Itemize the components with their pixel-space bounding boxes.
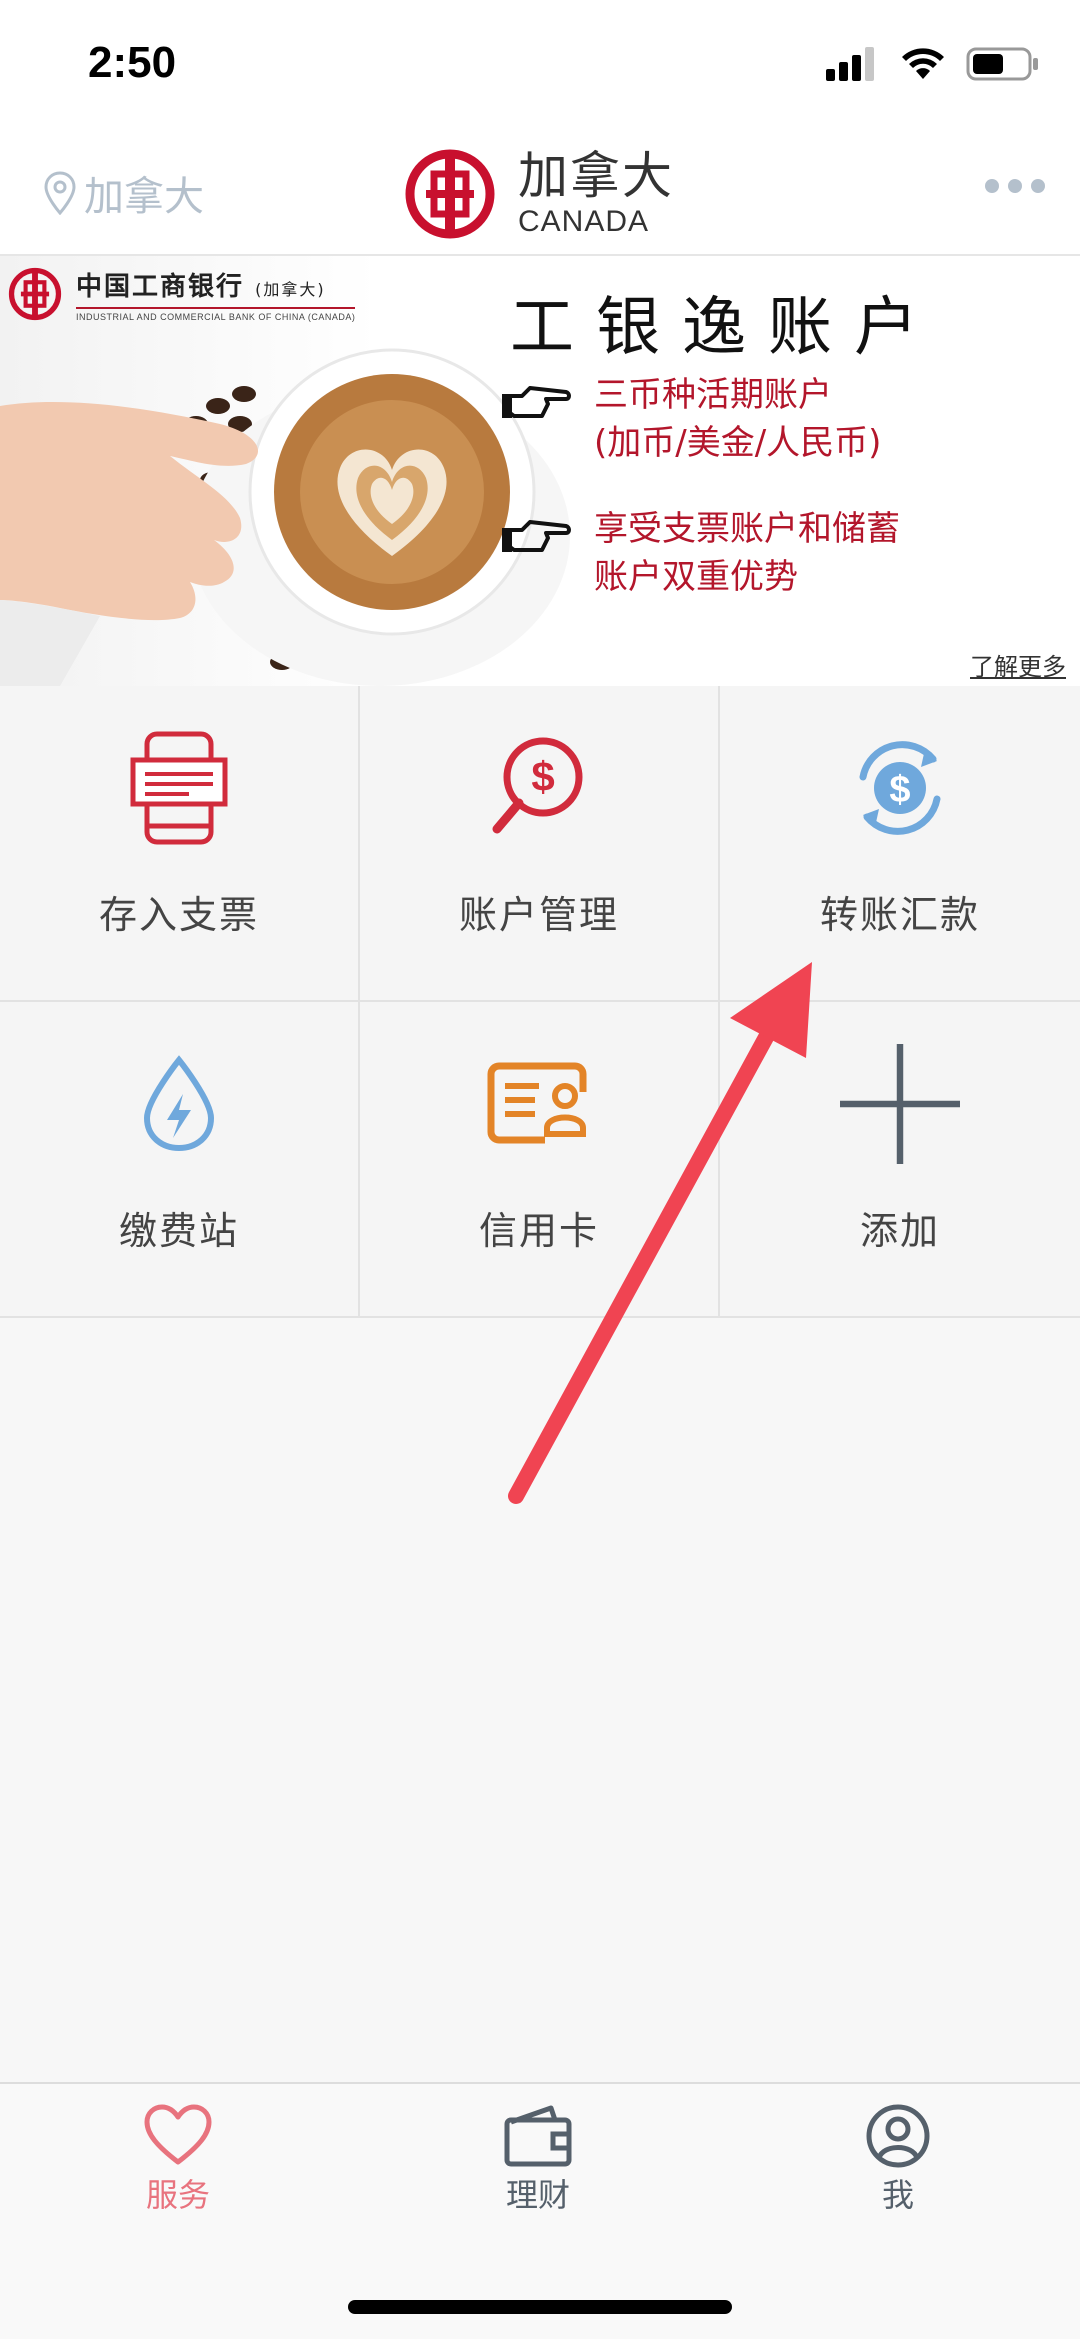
pointing-hand-icon [502,386,571,418]
brand-name-cn: 加拿大 [518,147,674,205]
battery-icon [966,47,1038,81]
dollar-transfer-icon: $ [859,741,941,835]
credit-card-icon [487,1062,591,1144]
grid-item-label: 缴费站 [118,1209,239,1253]
banner-bank-logo: 中国工商银行 (加拿大) INDUSTRIAL AND COMMERCIAL B… [8,266,356,322]
grid-item-transfer[interactable]: $ 转账汇款 [720,686,1080,1002]
svg-text:$: $ [531,753,554,800]
banner-feature-1-line-2: (加币/美金/人民币) [594,422,882,463]
location-label: 加拿大 [84,174,204,220]
dollar-search-icon: $ [492,737,583,834]
banner-feature-2-line-1: 享受支票账户和储蓄 [594,509,900,549]
status-time: 2:50 [88,38,177,87]
icbc-logo-icon [405,149,495,239]
grid-item-label: 存入支票 [98,893,259,937]
grid-item-account-management[interactable]: $ 账户管理 [360,686,720,1002]
banner-bank-name-region: (加拿大) [255,280,326,299]
location-selector[interactable]: 加拿大 [44,164,204,222]
cheque-deposit-icon [130,731,228,845]
banner-bank-name-cn: 中国工商银行 [76,272,245,302]
grid-item-deposit-cheque[interactable]: 存入支票 [0,686,360,1002]
service-grid: 存入支票 $ 账户管理 $ 转账汇款 缴费站 信用卡 添加 [0,686,1080,1318]
brand: 加拿大 CANADA [404,148,674,240]
grid-item-credit-card[interactable]: 信用卡 [360,1002,720,1318]
promo-banner[interactable]: 中国工商银行 (加拿大) INDUSTRIAL AND COMMERCIAL B… [0,256,1080,686]
status-bar: 2:50 [0,0,1080,140]
cellular-signal-icon [826,47,874,81]
svg-text:$: $ [889,769,910,811]
wallet-icon [504,2105,572,2167]
grid-item-label: 添加 [859,1209,940,1253]
grid-item-add[interactable]: 添加 [720,1002,1080,1318]
home-indicator[interactable] [348,2300,732,2314]
grid-item-label: 信用卡 [478,1209,599,1253]
more-options-icon[interactable] [984,176,1046,196]
brand-name-en: CANADA [518,205,650,238]
banner-feature-1: 三币种活期账户 (加币/美金/人民币) [502,372,882,467]
banner-title: 工银逸账户 [510,291,940,365]
wifi-icon [902,48,944,79]
status-icons [826,46,1040,82]
grid-item-label: 转账汇款 [819,893,980,937]
banner-feature-2: 享受支票账户和储蓄 账户双重优势 [502,506,900,601]
tab-service-label: 服务 [145,2176,210,2214]
water-drop-bolt-icon [143,1055,215,1152]
plus-icon [840,1044,960,1164]
tab-service[interactable]: 服务 [78,2104,278,2216]
banner-feature-2-line-2: 账户双重优势 [594,556,798,597]
pointing-hand-icon [502,520,571,552]
location-pin-icon [44,171,76,215]
banner-feature-1-line-1: 三币种活期账户 [594,375,832,415]
banner-bank-name-en: INDUSTRIAL AND COMMERCIAL BANK OF CHINA … [76,307,356,322]
grid-item-bill-pay[interactable]: 缴费站 [0,1002,360,1318]
tab-me[interactable]: 我 [798,2104,998,2216]
tab-finance[interactable]: 理财 [438,2104,638,2216]
user-profile-icon [866,2104,930,2168]
header-bar: 加拿大 加拿大 CANADA [0,140,1080,256]
icbc-small-logo-icon [8,267,62,321]
grid-item-label: 账户管理 [458,893,619,937]
tab-me-label: 我 [881,2176,914,2214]
heart-icon [144,2104,212,2165]
learn-more-link[interactable]: 了解更多 [970,647,1066,682]
tab-finance-label: 理财 [505,2176,570,2214]
